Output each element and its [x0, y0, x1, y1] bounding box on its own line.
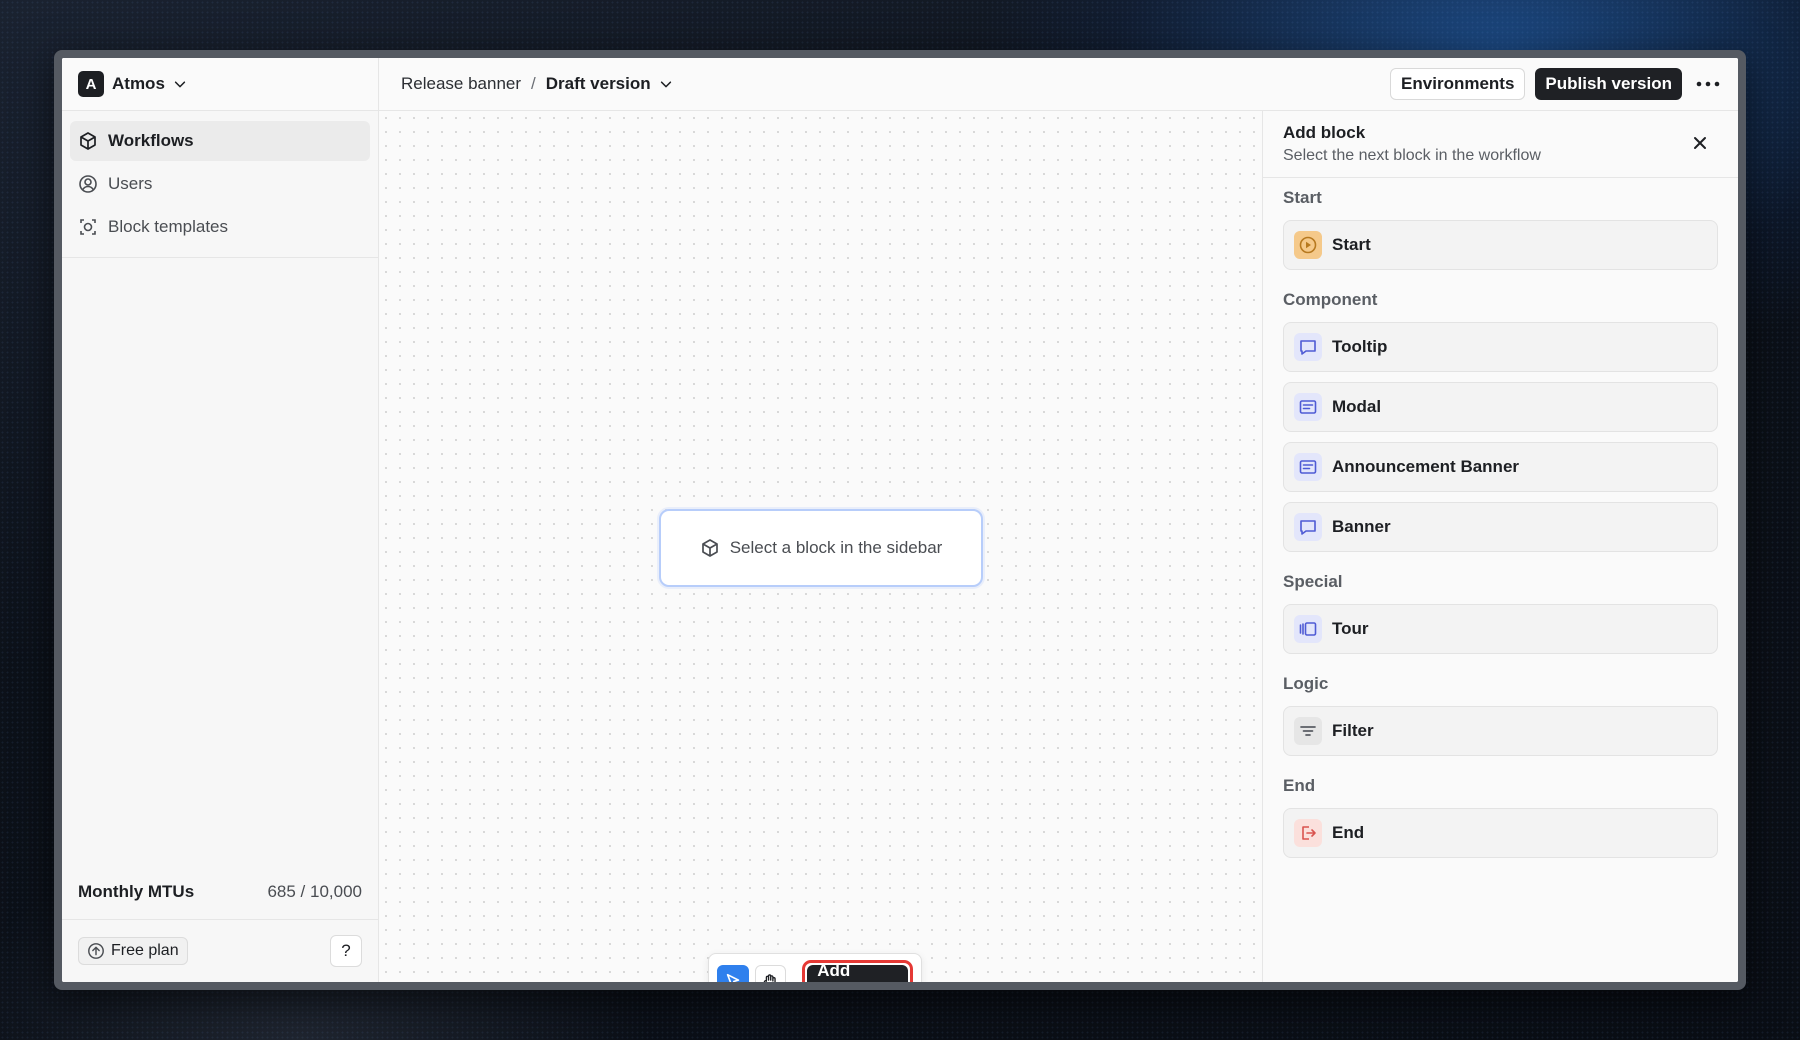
workspace-switcher[interactable]: A Atmos — [62, 58, 378, 111]
more-options-button[interactable] — [1690, 68, 1726, 100]
section-label: Start — [1283, 188, 1322, 207]
block-item-label: Modal — [1332, 397, 1382, 416]
cube-icon — [80, 132, 96, 150]
section-label: End — [1283, 776, 1316, 795]
breadcrumb-separator: / — [531, 74, 536, 93]
mtu-value: 685 / 10,000 — [267, 881, 362, 901]
panel-title: Add block — [1283, 123, 1366, 142]
block-item-announcement-banner[interactable]: Announcement Banner — [1283, 442, 1718, 492]
add-block-panel: Add block Select the next block in the w… — [1262, 111, 1738, 982]
block-item-end[interactable]: End — [1283, 808, 1718, 858]
breadcrumb-parent[interactable]: Release banner — [401, 74, 521, 94]
exit-icon — [1294, 819, 1322, 847]
main: Release banner / Draft version Environme… — [379, 58, 1738, 982]
app: A Atmos Workflows Users Block templates — [62, 58, 1738, 982]
block-item-label: Filter — [1332, 721, 1374, 740]
help-button[interactable]: ? — [330, 935, 362, 967]
plan-label: Free plan — [111, 942, 179, 959]
sidebar-item-label: Block templates — [108, 217, 228, 236]
free-plan-button[interactable]: Free plan — [78, 937, 188, 965]
block-item-label: Start — [1332, 235, 1371, 254]
sidebar: A Atmos Workflows Users Block templates — [62, 58, 379, 982]
add-block-highlight: Add block — [802, 960, 913, 982]
canvas-toolbar: Add block — [708, 953, 922, 982]
section-end: End End — [1283, 776, 1718, 858]
arrow-up-circle-icon — [88, 943, 104, 959]
section-label: Logic — [1283, 674, 1329, 693]
template-icon — [80, 219, 96, 235]
sidebar-item-users[interactable]: Users — [70, 164, 370, 204]
sidebar-item-workflows[interactable]: Workflows — [70, 121, 370, 161]
breadcrumb: Release banner / Draft version — [401, 74, 673, 94]
panel-header: Add block Select the next block in the w… — [1263, 111, 1738, 178]
user-circle-icon — [79, 175, 97, 193]
block-item-label: Tooltip — [1332, 337, 1388, 356]
chevron-down-icon — [174, 81, 186, 88]
panel-subtitle: Select the next block in the workflow — [1283, 147, 1541, 164]
mtu-label: Monthly MTUs — [78, 881, 195, 901]
block-item-label: End — [1332, 823, 1365, 842]
block-item-modal[interactable]: Modal — [1283, 382, 1718, 432]
sidebar-item-label: Workflows — [108, 131, 194, 150]
sidebar-item-block-templates[interactable]: Block templates — [70, 207, 370, 247]
block-item-label: Banner — [1332, 517, 1391, 536]
block-item-tooltip[interactable]: Tooltip — [1283, 322, 1718, 372]
cube-icon — [701, 539, 718, 557]
empty-block-placeholder[interactable]: Select a block in the sidebar — [659, 509, 983, 587]
mtu-usage: Monthly MTUs 685 / 10,000 — [62, 864, 378, 920]
section-logic: Logic Filter — [1283, 674, 1718, 756]
breadcrumb-current: Draft version — [545, 74, 651, 93]
workflow-canvas[interactable]: Select a block in the sidebar Add block — [379, 111, 1262, 982]
block-item-label: Tour — [1332, 619, 1369, 638]
close-icon[interactable] — [1690, 133, 1710, 153]
section-label: Special — [1283, 572, 1343, 591]
topbar: Release banner / Draft version Environme… — [379, 58, 1738, 111]
block-list: Start Start Component Tooltip Modal Anno… — [1263, 178, 1738, 888]
block-item-filter[interactable]: Filter — [1283, 706, 1718, 756]
sidebar-item-label: Users — [108, 174, 153, 193]
pointer-icon — [726, 973, 740, 982]
placeholder-text: Select a block in the sidebar — [729, 538, 943, 557]
window-text-icon — [1294, 393, 1322, 421]
hand-icon — [764, 974, 777, 982]
block-item-banner[interactable]: Banner — [1283, 502, 1718, 552]
message-icon — [1294, 333, 1322, 361]
play-icon — [1294, 231, 1322, 259]
workspace-body: Select a block in the sidebar Add block — [379, 111, 1738, 982]
block-item-label: Announcement Banner — [1332, 457, 1520, 476]
chevron-down-icon — [660, 81, 671, 88]
window-text-icon — [1294, 453, 1322, 481]
environments-button[interactable]: Environments — [1390, 68, 1526, 100]
more-horizontal-icon — [1696, 81, 1720, 87]
app-window: A Atmos Workflows Users Block templates — [54, 50, 1746, 990]
sidebar-footer: Free plan ? — [62, 920, 378, 982]
message-icon — [1294, 513, 1322, 541]
section-special: Special Tour — [1283, 572, 1718, 654]
filter-lines-icon — [1294, 717, 1322, 745]
add-block-button[interactable]: Add block — [807, 961, 908, 982]
section-start: Start Start — [1283, 188, 1718, 270]
version-selector[interactable]: Draft version — [546, 74, 673, 94]
carousel-icon — [1294, 615, 1322, 643]
pan-tool-button[interactable] — [754, 965, 787, 982]
section-label: Component — [1283, 290, 1378, 309]
section-component: Component Tooltip Modal Announcement Ban… — [1283, 290, 1718, 552]
block-item-start[interactable]: Start — [1283, 220, 1718, 270]
block-item-tour[interactable]: Tour — [1283, 604, 1718, 654]
workspace-name: Atmos — [112, 74, 165, 93]
sidebar-nav: Workflows Users Block templates — [62, 111, 378, 258]
workspace-avatar: A — [78, 71, 104, 97]
publish-version-button[interactable]: Publish version — [1535, 68, 1682, 100]
select-tool-button[interactable] — [717, 965, 749, 982]
